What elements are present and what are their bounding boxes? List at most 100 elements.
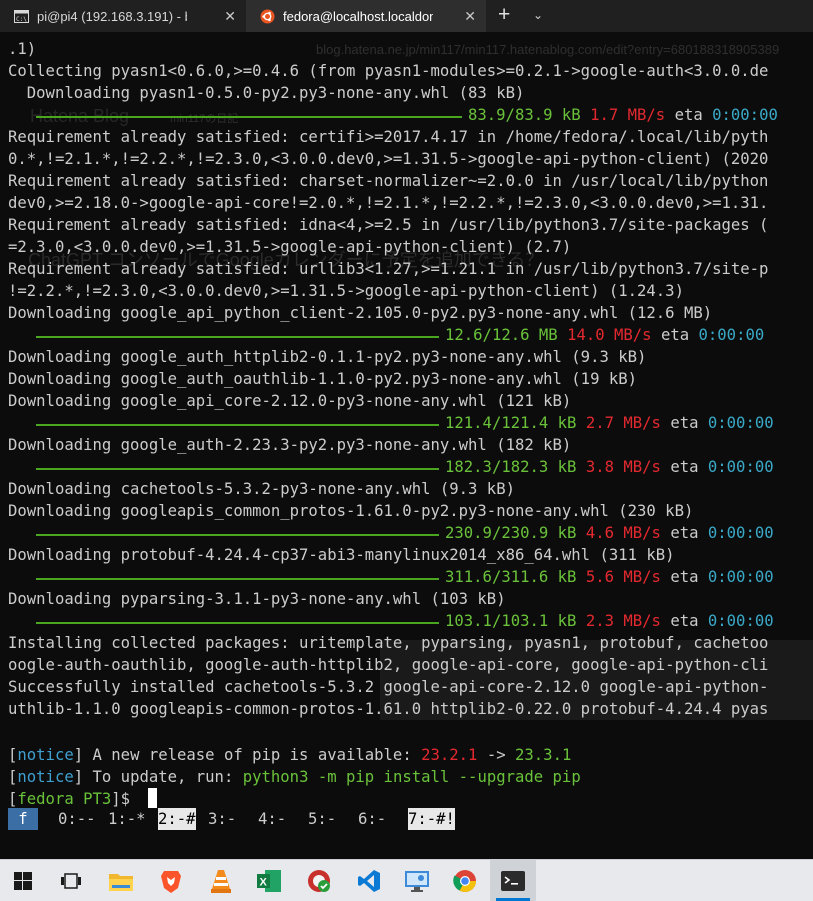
ubuntu-icon [260,9,275,24]
svg-text:X: X [260,876,268,888]
progress-size: 182.3/182.3 kB [445,458,577,476]
windows-taskbar: X [0,859,813,901]
progress-eta: 0:00:00 [712,106,778,124]
close-tab-icon[interactable]: ✕ [464,8,476,25]
terminal-line: Installing collected packages: uritempla… [8,634,769,652]
tmux-window-0[interactable]: 0:-- [58,808,96,830]
terminal-line: dev0,>=2.18.0->google-api-core!=2.0.*,!=… [8,194,769,212]
download-progress-bar [36,424,439,426]
progress-size: 83.9/83.9 kB [468,106,581,124]
tab-title: fedora@localhost.localdomain [283,8,433,24]
progress-eta-label: eta [670,458,699,476]
progress-eta-label: eta [670,524,699,542]
download-progress-stats: 83.9/83.9 kB 1.7 MB/s eta 0:00:00 [468,104,778,126]
svg-text:C:\: C:\ [16,16,27,23]
download-progress-bar [36,622,439,624]
progress-eta-label: eta [660,326,690,344]
tmux-window-5[interactable]: 5:- [308,808,336,830]
terminal-line: .1) [8,40,37,58]
terminal-line: Downloading pyparsing-3.1.1-py3-none-any… [8,590,506,608]
terminal-line: Downloading google_auth_httplib2-0.1.1-p… [8,348,647,366]
progress-size: 311.6/311.6 kB [445,568,577,586]
terminal-window[interactable]: .1) Collecting pyasn1<0.6.0,>=0.4.6 (from… [0,38,813,810]
browser-tab-strip: C:\ pi@pi4 (192.168.3.191) - by ✕ fedora… [0,0,813,32]
console-icon: C:\ [14,9,29,24]
tmux-window-7[interactable]: 7:-#! [408,808,455,830]
download-progress-bar [36,578,439,580]
download-progress-bar [36,116,462,118]
chevron-down-icon[interactable]: ⌄ [533,8,543,22]
tmux-window-1[interactable]: 1:-* [108,808,146,830]
download-progress-bar [36,534,439,536]
progress-size: 121.4/121.4 kB [445,414,577,432]
download-progress-stats: 311.6/311.6 kB 5.6 MB/s eta 0:00:00 [445,566,774,588]
terminal-line: Downloading pyasn1-0.5.0-py2.py3-none-an… [8,84,525,102]
progress-speed: 3.8 MB/s [585,458,661,476]
progress-eta-label: eta [674,106,703,124]
progress-speed: 2.3 MB/s [585,612,661,630]
tmux-window-6[interactable]: 6:- [358,808,386,830]
terminal-line: oogle-auth-oauthlib, google-auth-httplib… [8,656,769,674]
terminal-line: Downloading google_auth-2.23.3-py2.py3-n… [8,436,572,454]
progress-eta-label: eta [670,568,699,586]
terminal-line: Downloading googleapis_common_protos-1.6… [8,502,694,520]
pip-notice-update: [notice] To update, run: python3 -m pip … [8,768,581,786]
terminal-line: Collecting pyasn1<0.6.0,>=0.4.6 (from py… [8,62,769,80]
tmux-window-2[interactable]: 2:-# [158,808,196,830]
download-progress-stats: 103.1/103.1 kB 2.3 MB/s eta 0:00:00 [445,610,774,632]
progress-eta-label: eta [670,612,699,630]
tab-pi4[interactable]: C:\ pi@pi4 (192.168.3.191) - by ✕ [0,0,246,32]
shell-prompt[interactable]: [fedora PT3]$ [8,788,130,810]
excel-icon[interactable]: X [246,860,292,901]
tmux-window-3[interactable]: 3:- [208,808,236,830]
download-progress-stats: 12.6/12.6 MB 14.0 MB/s eta 0:00:00 [445,324,764,346]
terminal-line: Requirement already satisfied: urllib3<1… [8,260,769,278]
terminal-line: Requirement already satisfied: charset-n… [8,172,769,190]
progress-eta: 0:00:00 [707,458,774,476]
download-progress-stats: 182.3/182.3 kB 3.8 MB/s eta 0:00:00 [445,456,774,478]
vlc-icon[interactable] [198,860,244,901]
terminal-line: 0.*,!=2.1.*,!=2.2.*,!=2.3.0,<3.0.0.dev0,… [8,150,769,168]
download-progress-stats: 230.9/230.9 kB 4.6 MB/s eta 0:00:00 [445,522,774,544]
terminal-line: Requirement already satisfied: certifi>=… [8,128,769,146]
progress-eta: 0:00:00 [698,326,765,344]
terminal-cursor [148,788,157,808]
progress-size: 12.6/12.6 MB [445,326,558,344]
progress-speed: 1.7 MB/s [590,106,666,124]
download-progress-stats: 121.4/121.4 kB 2.7 MB/s eta 0:00:00 [445,412,774,434]
progress-size: 103.1/103.1 kB [445,612,577,630]
file-explorer-icon[interactable] [98,860,144,901]
task-view-icon[interactable] [48,860,94,901]
terminal-line: Downloading google_api_python_client-2.1… [8,304,713,322]
tmux-session-name: f [8,808,38,830]
terminal-line: Downloading google_api_core-2.12.0-py3-n… [8,392,572,410]
terminal-line: =2.3.0,<3.0.0.dev0,>=1.31.5->google-api-… [8,238,572,256]
progress-speed: 2.7 MB/s [585,414,661,432]
vscode-icon[interactable] [346,860,392,901]
progress-speed: 5.6 MB/s [585,568,661,586]
terminal-line: Downloading protobuf-4.24.4-cp37-abi3-ma… [8,546,675,564]
chrome-icon[interactable] [442,860,488,901]
progress-speed: 4.6 MB/s [585,524,661,542]
tab-fedora[interactable]: fedora@localhost.localdomain ✕ [246,0,486,32]
progress-eta: 0:00:00 [707,414,774,432]
tmux-status-bar: f 0:-- 1:-* 2:-# 3:- 4:- 5:- 6:- 7:-#! [0,808,813,830]
new-tab-button[interactable]: + [498,3,510,27]
progress-speed: 14.0 MB/s [567,326,652,344]
brave-browser-icon[interactable] [148,860,194,901]
progress-size: 230.9/230.9 kB [445,524,577,542]
windows-start-icon[interactable] [0,860,46,901]
close-tab-icon[interactable]: ✕ [224,8,236,25]
download-progress-bar [36,468,439,470]
progress-eta: 0:00:00 [707,568,774,586]
antivirus-icon[interactable] [296,860,342,901]
terminal-icon[interactable] [490,860,536,901]
terminal-line: !=2.2.*,!=2.3.0,<3.0.0.dev0,>=1.31.5->go… [8,282,684,300]
tmux-window-4[interactable]: 4:- [258,808,286,830]
progress-eta: 0:00:00 [707,524,774,542]
terminal-line: uthlib-1.1.0 googleapis-common-protos-1.… [8,700,769,718]
remote-desktop-icon[interactable] [394,860,440,901]
terminal-line: Downloading google_auth_oauthlib-1.1.0-p… [8,370,638,388]
terminal-line: Requirement already satisfied: idna<4,>=… [8,216,769,234]
terminal-line: Downloading cachetools-5.3.2-py3-none-an… [8,480,515,498]
